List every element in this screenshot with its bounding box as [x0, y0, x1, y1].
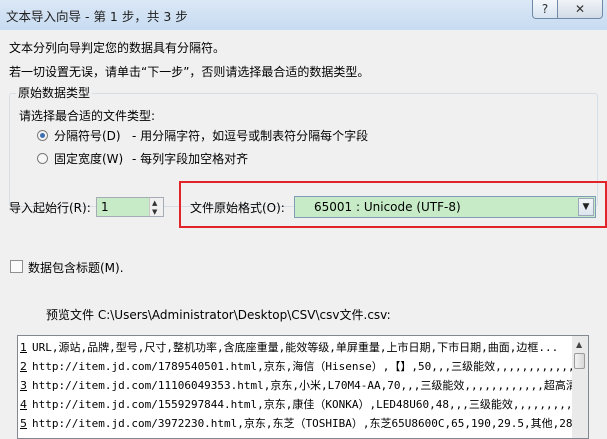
group-legend: 原始数据类型 [16, 84, 93, 101]
preview-row: 2 http://item.jd.com/1789540501.html,京东,海… [18, 358, 589, 376]
scroll-thumb[interactable] [574, 353, 585, 369]
has-headers-label[interactable]: 数据包含标题(M). [28, 259, 124, 276]
start-row-value[interactable]: 1 [101, 200, 109, 214]
row-text: http://item.jd.com/1789540501.html,京东,海信… [32, 360, 589, 373]
has-headers-checkbox[interactable] [10, 260, 23, 273]
row-number: 5 [20, 417, 27, 430]
scroll-up-icon[interactable]: ▲ [576, 340, 582, 349]
row-text: http://item.jd.com/3972230.html,京东,东芝（TO… [32, 417, 589, 430]
row-number: 3 [20, 379, 27, 392]
preview-row: 4 http://item.jd.com/1559297844.html,京东,康… [18, 396, 586, 414]
file-origin-label: 文件原始格式(O): [190, 201, 285, 215]
preview-row: 3 http://item.jd.com/11106049353.html,京东,… [18, 377, 589, 395]
start-row-spinner[interactable]: 1 ▲ ▼ [96, 197, 164, 217]
radio-fixed-width-description: - 每列字段加空格对齐 [132, 152, 249, 166]
start-row-label: 导入起始行(R): [9, 201, 91, 215]
spinner-buttons[interactable]: ▲ ▼ [149, 198, 163, 216]
help-button[interactable]: ? [532, 0, 558, 19]
spin-up-icon[interactable]: ▲ [152, 199, 157, 207]
preview-label: 预览文件 C:\Users\Administrator\Desktop\CSV\… [46, 308, 391, 322]
title-bar: 文本导入向导 - 第 1 步，共 3 步 ? ✕ [0, 0, 607, 30]
row-text: http://item.jd.com/1559297844.html,京东,康佳… [32, 398, 586, 411]
window-title: 文本导入向导 - 第 1 步，共 3 步 [6, 9, 188, 24]
row-text: URL,源站,品牌,型号,尺寸,整机功率,含底座重量,能效等级,单屏重量,上市日… [32, 341, 559, 354]
radio-fixed-width-label[interactable]: 固定宽度(W) [54, 150, 123, 167]
radio-delimited-description: - 用分隔字符，如逗号或制表符分隔每个字段 [132, 129, 369, 143]
dialog-body: 文本分列向导判定您的数据具有分隔符。 若一切设置无误，请单击“下一步”，否则请选… [0, 30, 607, 439]
preview-pane[interactable]: 1 URL,源站,品牌,型号,尺寸,整机功率,含底座重量,能效等级,单屏重量,上市… [17, 335, 589, 439]
radio-fixed-width[interactable] [37, 153, 48, 164]
intro-line-2: 若一切设置无误，请单击“下一步”，否则请选择最合适的数据类型。 [9, 65, 370, 79]
file-origin-select[interactable]: 65001 : Unicode (UTF-8) ▼ [294, 196, 596, 218]
row-number: 4 [20, 398, 27, 411]
row-number: 1 [20, 341, 27, 354]
file-origin-value[interactable]: 65001 : Unicode (UTF-8) [314, 200, 461, 214]
row-number: 2 [20, 360, 27, 373]
preview-row: 5 http://item.jd.com/3972230.html,京东,东芝（T… [18, 415, 589, 433]
close-button[interactable]: ✕ [557, 0, 603, 19]
file-type-prompt: 请选择最合适的文件类型: [19, 109, 156, 123]
spin-down-icon[interactable]: ▼ [152, 208, 157, 216]
radio-delimited-label[interactable]: 分隔符号(D) [54, 127, 121, 144]
preview-vertical-scrollbar[interactable]: ▲ [572, 335, 589, 439]
radio-delimited[interactable] [37, 130, 48, 141]
preview-row: 1 URL,源站,品牌,型号,尺寸,整机功率,含底座重量,能效等级,单屏重量,上市… [18, 339, 558, 357]
intro-line-1: 文本分列向导判定您的数据具有分隔符。 [9, 41, 226, 55]
row-text: http://item.jd.com/11106049353.html,京东,小… [32, 379, 589, 392]
dropdown-arrow-icon[interactable]: ▼ [578, 198, 594, 216]
